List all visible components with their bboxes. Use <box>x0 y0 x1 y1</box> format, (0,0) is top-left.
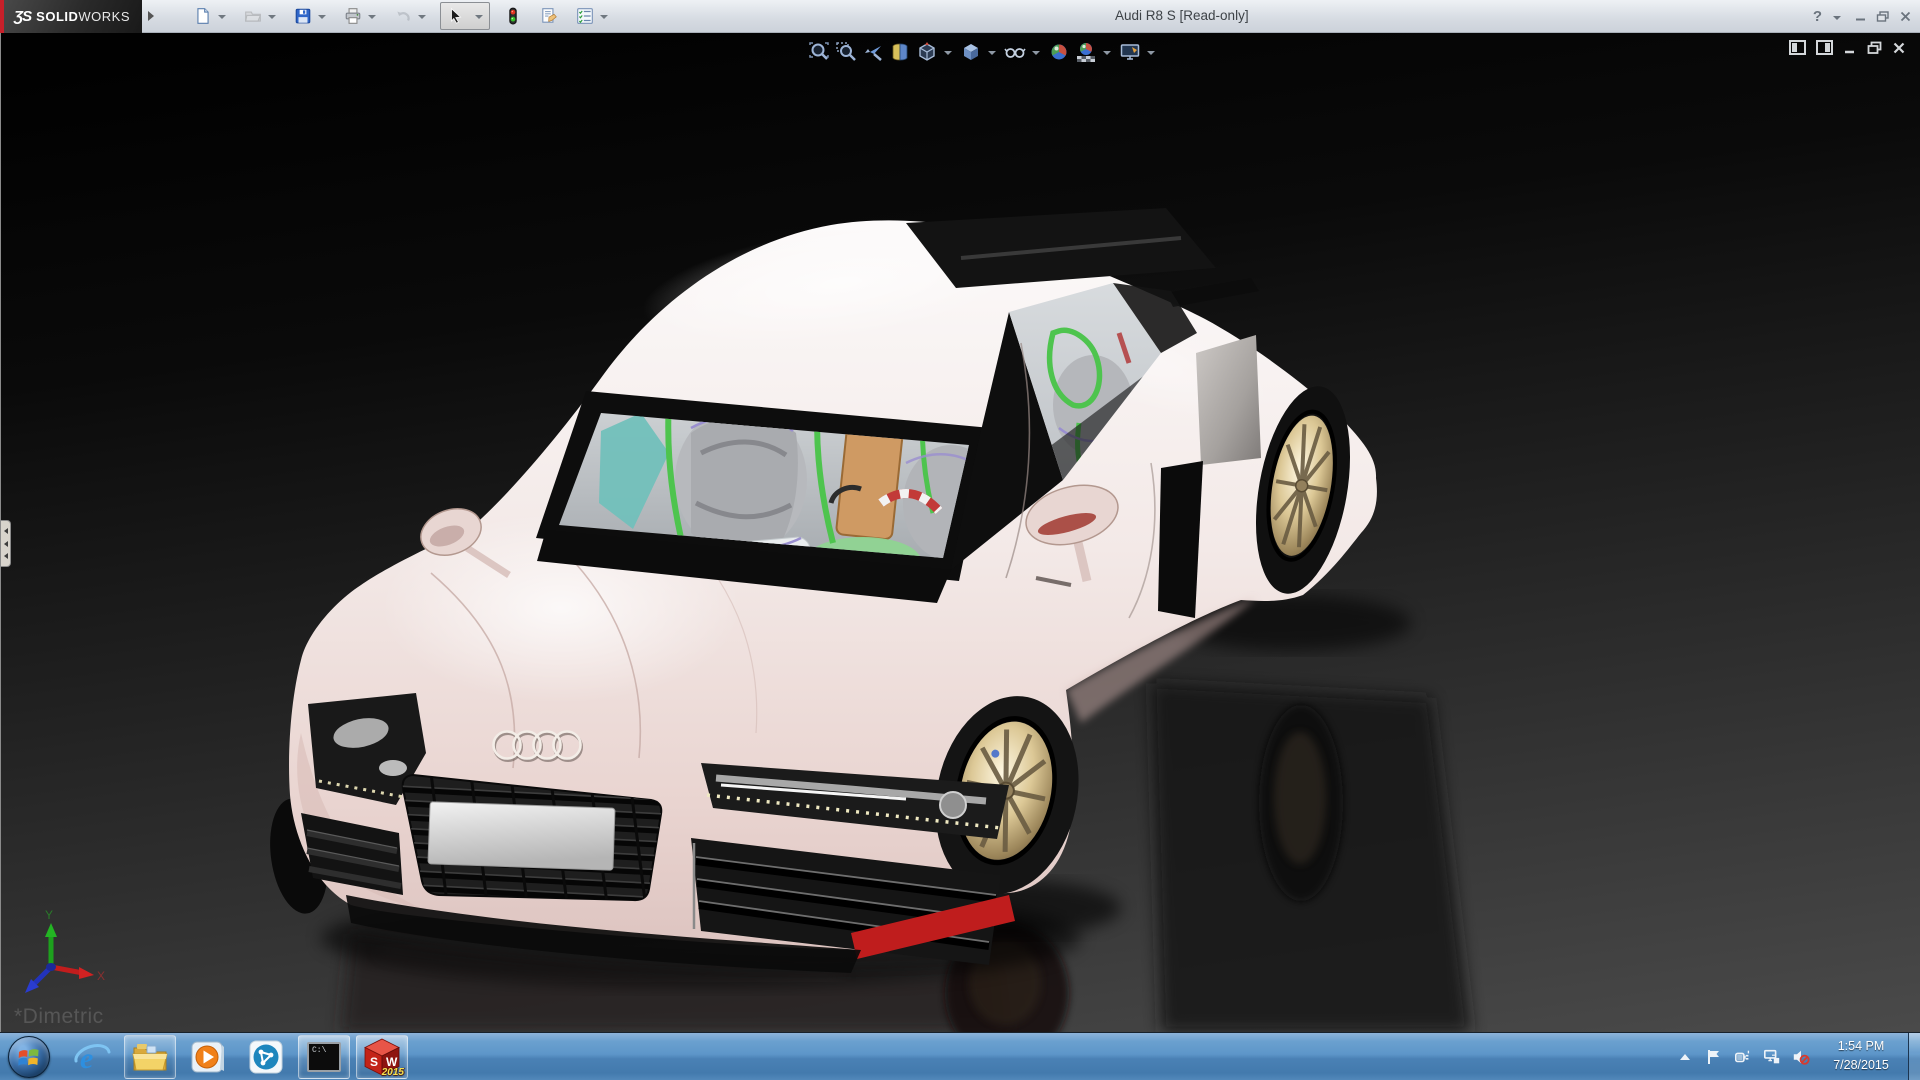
taskbar-app-internet-explorer[interactable]: e <box>66 1035 118 1079</box>
document-window-controls <box>1789 40 1906 55</box>
select-dropdown-arrow[interactable] <box>475 15 483 19</box>
title-bar: ƷS SOLID WORKS Audi R8 S [Read-only] ? <box>0 0 1920 33</box>
expand-arrow-icon <box>3 553 8 560</box>
triad-x-label: X <box>97 969 105 983</box>
new-dropdown-arrow[interactable] <box>218 15 226 19</box>
window-controls: ? <box>1813 0 1912 33</box>
command-prompt-label: C:\ <box>312 1045 327 1055</box>
logo-red-stripe <box>0 0 4 33</box>
print-dropdown-arrow[interactable] <box>368 15 376 19</box>
restore-icon[interactable] <box>1867 41 1882 55</box>
sw-letter-s: S <box>370 1055 378 1069</box>
graphics-area[interactable]: Y X *Dimetric <box>0 33 1920 1032</box>
triad-y-label: Y <box>45 908 53 922</box>
power-plug-icon[interactable] <box>1734 1048 1752 1066</box>
print-icon[interactable] <box>340 3 366 29</box>
media-player-icon <box>191 1041 224 1072</box>
hide-show-items-dropdown[interactable] <box>1032 51 1040 55</box>
license-plate <box>427 801 616 871</box>
network-icon[interactable] <box>1763 1048 1781 1066</box>
feature-manager-collapsed-tab[interactable] <box>1 520 11 567</box>
view-orientation-label: *Dimetric <box>14 1005 104 1028</box>
taskbar-app-windows-explorer[interactable] <box>124 1034 176 1079</box>
pane-left-icon[interactable] <box>1789 40 1806 55</box>
solidworks-window: ƷS SOLID WORKS Audi R8 S [Read-only] ? Y… <box>0 0 1920 1080</box>
undo-dropdown-arrow[interactable] <box>418 15 426 19</box>
undo-icon[interactable] <box>390 3 416 29</box>
close-icon[interactable] <box>1899 10 1912 23</box>
apply-scene-dropdown[interactable] <box>1103 51 1111 55</box>
open-icon[interactable] <box>240 3 266 29</box>
select-arrow-icon[interactable] <box>443 3 469 29</box>
zoom-to-fit-icon[interactable] <box>807 40 831 64</box>
taskbar: e C:\ S W 2015 1:54 PM 7/28/2015 <box>0 1032 1920 1080</box>
command-prompt-icon: C:\ <box>307 1041 341 1072</box>
brand-name-light: WORKS <box>78 8 131 24</box>
taskbar-app-media-player[interactable] <box>182 1035 234 1079</box>
select-tool-group <box>440 2 490 30</box>
sw-year-badge: 2015 <box>381 1066 404 1078</box>
clock-time: 1:54 PM <box>1837 1039 1885 1053</box>
open-dropdown-arrow[interactable] <box>268 15 276 19</box>
view-settings-dropdown[interactable] <box>1147 51 1155 55</box>
solidworks-logo: ƷS SOLID WORKS <box>0 0 142 33</box>
new-document-icon[interactable] <box>190 3 216 29</box>
clock-date: 7/28/2015 <box>1833 1058 1889 1073</box>
taskbar-clock[interactable]: 1:54 PM 7/28/2015 <box>1818 1037 1904 1076</box>
rebuild-traffic-light-icon[interactable] <box>500 3 526 29</box>
hide-show-items-icon[interactable] <box>1003 40 1027 64</box>
heads-up-view-toolbar <box>807 40 1159 64</box>
apply-scene-icon[interactable] <box>1074 40 1098 64</box>
start-button[interactable] <box>8 1035 50 1078</box>
main-toolbar <box>190 2 622 30</box>
display-style-icon[interactable] <box>959 40 983 64</box>
save-dropdown-arrow[interactable] <box>318 15 326 19</box>
toolbar-flyout-arrow[interactable] <box>148 11 154 21</box>
previous-view-icon[interactable] <box>861 40 885 64</box>
display-style-dropdown[interactable] <box>988 51 996 55</box>
solidworks-logo-glyph: ƷS <box>14 7 32 25</box>
view-orientation-icon[interactable] <box>915 40 939 64</box>
minimize-icon[interactable] <box>1843 41 1857 55</box>
taskbar-app-command-prompt[interactable]: C:\ <box>298 1034 350 1079</box>
system-tray <box>1676 1033 1810 1080</box>
options-icon[interactable] <box>572 3 598 29</box>
internet-explorer-icon: e <box>74 1042 111 1075</box>
reference-triad: Y X <box>25 908 105 993</box>
window-title: Audi R8 S [Read-only] <box>1115 8 1249 23</box>
pane-right-icon[interactable] <box>1816 40 1833 55</box>
view-orientation-dropdown[interactable] <box>944 51 952 55</box>
brand-name-bold: SOLID <box>36 8 79 24</box>
options-dropdown-arrow[interactable] <box>600 15 608 19</box>
file-properties-icon[interactable] <box>536 3 562 29</box>
close-icon[interactable] <box>1892 41 1906 55</box>
save-icon[interactable] <box>290 3 316 29</box>
audi-r8-model: Y X <box>25 208 1471 1032</box>
show-desktop-button[interactable] <box>1908 1033 1920 1080</box>
edit-appearance-icon[interactable] <box>1047 40 1071 64</box>
volume-muted-icon[interactable] <box>1792 1048 1810 1066</box>
taskbar-app-solidworks[interactable]: S W 2015 <box>356 1034 408 1079</box>
minimize-icon[interactable] <box>1854 10 1867 23</box>
expand-arrow-icon <box>3 540 8 547</box>
windows-explorer-icon <box>132 1043 168 1070</box>
show-hidden-icons-icon[interactable] <box>1676 1048 1694 1066</box>
zoom-to-area-icon[interactable] <box>834 40 858 64</box>
restore-icon[interactable] <box>1876 10 1890 23</box>
action-center-flag-icon[interactable] <box>1705 1048 1723 1066</box>
help-dropdown-arrow[interactable] <box>1833 15 1841 20</box>
expand-arrow-icon <box>3 527 8 534</box>
section-view-icon[interactable] <box>888 40 912 64</box>
taskbar-app-share[interactable] <box>240 1035 292 1079</box>
windows-start-orb-icon <box>18 1048 39 1066</box>
help-icon[interactable]: ? <box>1813 8 1822 25</box>
share-app-icon <box>249 1040 283 1073</box>
solidworks-2015-icon: S W 2015 <box>362 1038 404 1078</box>
view-settings-icon[interactable] <box>1118 40 1142 64</box>
